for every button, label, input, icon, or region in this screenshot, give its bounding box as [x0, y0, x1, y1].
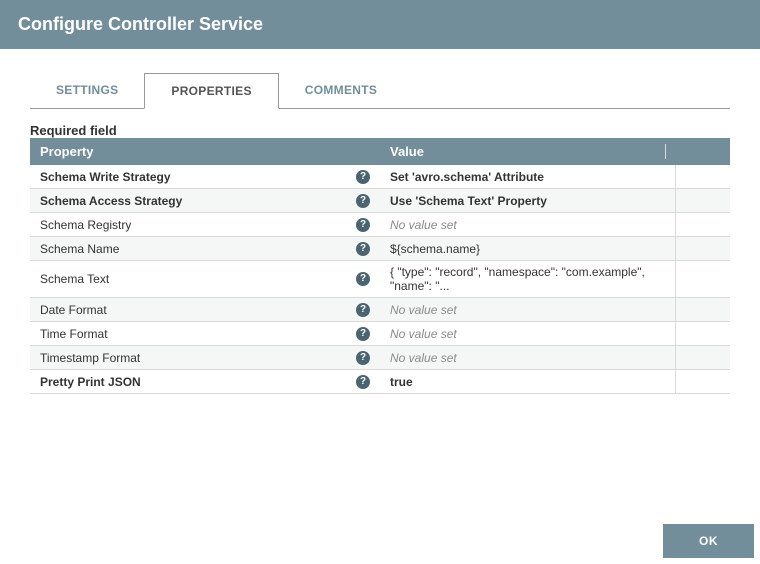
property-value-cell[interactable]: { "type": "record", "namespace": "com.ex…	[380, 261, 675, 297]
property-table-header: Property Value	[30, 138, 730, 165]
property-name: Pretty Print JSON	[40, 375, 141, 389]
property-name-cell[interactable]: Pretty Print JSON?	[30, 370, 380, 393]
property-value: No value set	[390, 303, 457, 317]
property-value-cell[interactable]: true	[380, 370, 675, 393]
property-name: Schema Text	[40, 272, 109, 286]
required-field-label: Required field	[30, 123, 730, 138]
header-property: Property	[40, 144, 390, 159]
property-value-cell[interactable]: No value set	[380, 322, 675, 345]
help-icon[interactable]: ?	[356, 242, 370, 256]
property-action-cell	[675, 346, 730, 369]
property-value-cell[interactable]: Use 'Schema Text' Property	[380, 189, 675, 212]
property-value: No value set	[390, 327, 457, 341]
property-table: Schema Write Strategy? Set 'avro.schema' …	[30, 165, 730, 394]
property-value-cell[interactable]: No value set	[380, 346, 675, 369]
tab-comments[interactable]: COMMENTS	[279, 73, 403, 108]
dialog-title: Configure Controller Service	[0, 0, 760, 49]
property-row: Schema Access Strategy? Use 'Schema Text'…	[30, 189, 730, 213]
property-name-cell[interactable]: Schema Write Strategy?	[30, 165, 380, 188]
property-action-cell	[675, 298, 730, 321]
property-value: ${schema.name}	[390, 242, 480, 256]
property-name: Schema Name	[40, 242, 119, 256]
tabs: SETTINGS PROPERTIES COMMENTS	[30, 73, 730, 109]
property-value: No value set	[390, 218, 457, 232]
help-icon[interactable]: ?	[356, 351, 370, 365]
property-name-cell[interactable]: Schema Registry?	[30, 213, 380, 236]
property-action-cell	[675, 261, 730, 297]
property-name-cell[interactable]: Schema Access Strategy?	[30, 189, 380, 212]
property-row: Date Format? No value set	[30, 298, 730, 322]
header-value: Value	[390, 144, 665, 159]
tab-properties[interactable]: PROPERTIES	[144, 73, 278, 109]
help-icon[interactable]: ?	[356, 375, 370, 389]
property-row: Schema Name? ${schema.name}	[30, 237, 730, 261]
help-icon[interactable]: ?	[356, 218, 370, 232]
property-name: Schema Registry	[40, 218, 131, 232]
property-name: Schema Access Strategy	[40, 194, 182, 208]
property-row: Pretty Print JSON? true	[30, 370, 730, 394]
property-row: Schema Write Strategy? Set 'avro.schema' …	[30, 165, 730, 189]
property-name-cell[interactable]: Schema Name?	[30, 237, 380, 260]
property-name-cell[interactable]: Timestamp Format?	[30, 346, 380, 369]
property-name: Schema Write Strategy	[40, 170, 171, 184]
property-action-cell	[675, 213, 730, 236]
help-icon[interactable]: ?	[356, 272, 370, 286]
tab-settings[interactable]: SETTINGS	[30, 73, 144, 108]
property-action-cell	[675, 237, 730, 260]
property-value: Use 'Schema Text' Property	[390, 194, 547, 208]
property-action-cell	[675, 370, 730, 393]
property-name-cell[interactable]: Date Format?	[30, 298, 380, 321]
property-row: Schema Text? { "type": "record", "namespa…	[30, 261, 730, 298]
property-value-cell[interactable]: No value set	[380, 298, 675, 321]
property-action-cell	[675, 165, 730, 188]
property-row: Schema Registry? No value set	[30, 213, 730, 237]
ok-button[interactable]: OK	[663, 524, 754, 558]
property-row: Time Format? No value set	[30, 322, 730, 346]
property-value-cell[interactable]: No value set	[380, 213, 675, 236]
property-value-cell[interactable]: ${schema.name}	[380, 237, 675, 260]
help-icon[interactable]: ?	[356, 327, 370, 341]
property-value: { "type": "record", "namespace": "com.ex…	[390, 265, 665, 293]
property-action-cell	[675, 322, 730, 345]
property-name: Date Format	[40, 303, 107, 317]
help-icon[interactable]: ?	[356, 170, 370, 184]
property-row: Timestamp Format? No value set	[30, 346, 730, 370]
help-icon[interactable]: ?	[356, 194, 370, 208]
property-name: Time Format	[40, 327, 108, 341]
property-value: Set 'avro.schema' Attribute	[390, 170, 544, 184]
property-name: Timestamp Format	[40, 351, 140, 365]
property-value: true	[390, 375, 413, 389]
property-name-cell[interactable]: Schema Text?	[30, 261, 380, 297]
property-name-cell[interactable]: Time Format?	[30, 322, 380, 345]
help-icon[interactable]: ?	[356, 303, 370, 317]
property-value-cell[interactable]: Set 'avro.schema' Attribute	[380, 165, 675, 188]
property-action-cell	[675, 189, 730, 212]
property-value: No value set	[390, 351, 457, 365]
